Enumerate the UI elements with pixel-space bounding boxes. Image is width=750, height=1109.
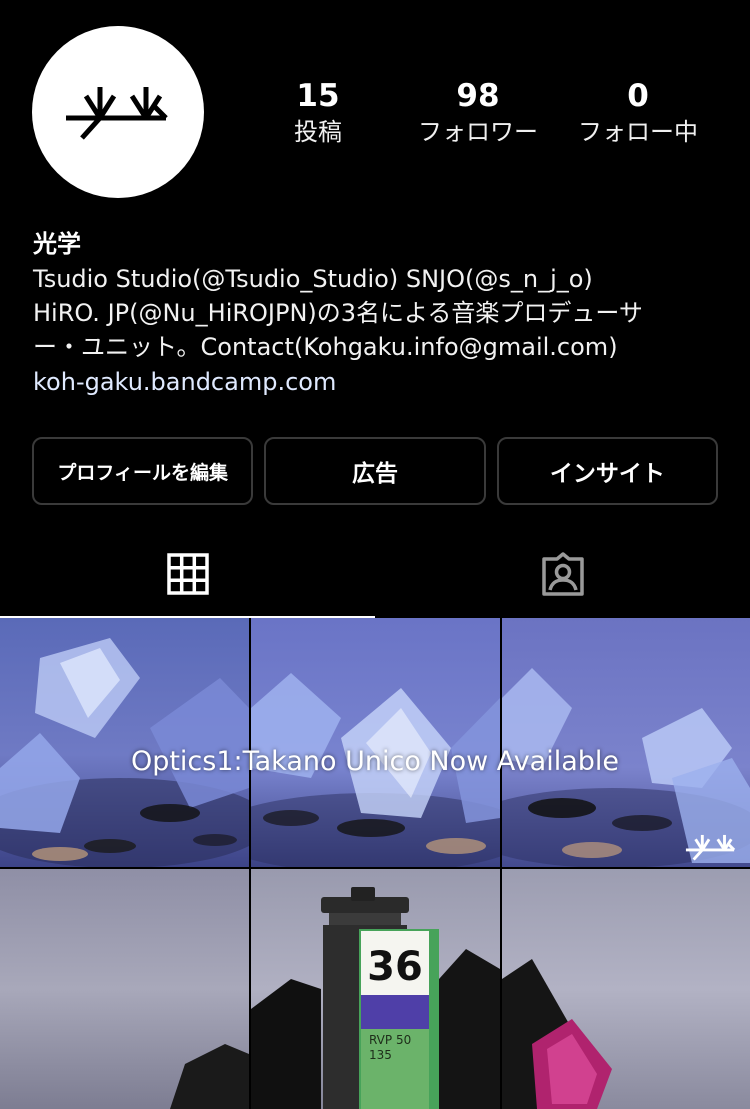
post-tile[interactable] bbox=[0, 869, 249, 1109]
stat-posts-count: 15 bbox=[296, 78, 340, 114]
stat-following-count: 0 bbox=[627, 78, 649, 114]
post-tile[interactable] bbox=[502, 618, 750, 867]
profile-stats: 15 投稿 98 フォロワー 0 フォロー中 bbox=[238, 76, 718, 148]
bio-line: ー・ユニット。Contact(Kohgaku.info@gmail.com) bbox=[33, 333, 618, 361]
profile-tabs bbox=[0, 530, 750, 618]
post-logo-icon bbox=[684, 832, 738, 866]
insights-button[interactable]: インサイト bbox=[496, 437, 718, 505]
stat-followers-label: フォロワー bbox=[418, 118, 538, 146]
bio-line: HiRO. JP(@Nu_HiROJPN)の3名による音楽プロデューサ bbox=[33, 299, 643, 327]
stat-posts-label: 投稿 bbox=[294, 118, 342, 146]
post-tile[interactable] bbox=[251, 618, 500, 867]
stat-following[interactable]: 0 フォロー中 bbox=[558, 76, 718, 148]
film-sub1: RVP 50 bbox=[369, 1033, 411, 1047]
bio-line: Tsudio Studio(@Tsudio_Studio) SNJO(@s_n_… bbox=[33, 265, 593, 293]
stat-followers[interactable]: 98 フォロワー bbox=[398, 76, 558, 148]
film-sub2: 135 bbox=[369, 1048, 392, 1062]
profile-avatar[interactable] bbox=[32, 26, 204, 198]
post-tile[interactable]: 36 RVP 50 135 bbox=[251, 869, 500, 1109]
profile-actions: プロフィールを編集 広告 インサイト bbox=[32, 437, 718, 505]
stat-followers-count: 98 bbox=[456, 78, 500, 114]
tab-tagged[interactable] bbox=[375, 530, 750, 618]
profile-bio: 光学 Tsudio Studio(@Tsudio_Studio) SNJO(@s… bbox=[33, 226, 733, 400]
kohgaku-logo-icon bbox=[66, 87, 168, 140]
stat-following-label: フォロー中 bbox=[578, 118, 698, 146]
stat-posts[interactable]: 15 投稿 bbox=[238, 76, 398, 148]
profile-name: 光学 bbox=[33, 230, 81, 258]
profile-website-link[interactable]: koh-gaku.bandcamp.com bbox=[33, 364, 733, 400]
grid-icon bbox=[166, 553, 209, 595]
post-tile[interactable] bbox=[502, 869, 750, 1109]
tagged-person-icon bbox=[541, 552, 584, 596]
film-label: 36 bbox=[367, 944, 423, 990]
post-tile[interactable] bbox=[0, 618, 249, 867]
edit-profile-button[interactable]: プロフィールを編集 bbox=[32, 437, 254, 505]
tab-posts-grid[interactable] bbox=[0, 530, 375, 618]
posts-grid: 36 RVP 50 135 bbox=[0, 618, 750, 1109]
ads-button[interactable]: 広告 bbox=[264, 437, 486, 505]
